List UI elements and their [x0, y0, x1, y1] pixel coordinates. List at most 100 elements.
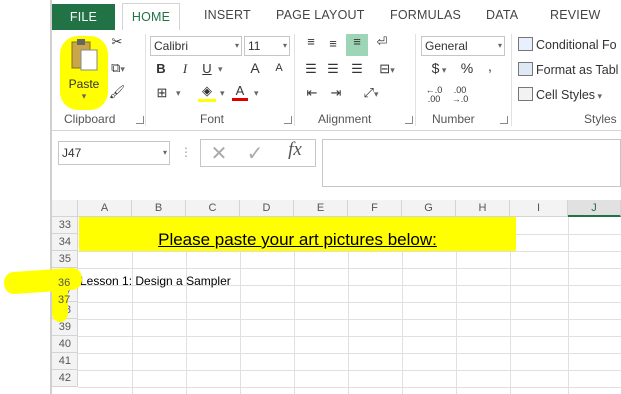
font-size-value: 11 [248, 39, 261, 53]
copy-button[interactable]: ⧉▾ [106, 60, 130, 78]
tab-page-layout[interactable]: PAGE LAYOUT [276, 8, 365, 22]
cell-styles-icon [518, 87, 533, 101]
table-icon [518, 62, 533, 76]
column-header-j[interactable]: J [568, 200, 621, 217]
align-right-icon: ☰ [351, 61, 363, 76]
formula-input[interactable] [322, 139, 621, 187]
font-color-dropdown-icon[interactable]: ▾ [254, 88, 259, 99]
worksheet-grid: A B C D E F G H I J Please paste your ar… [52, 200, 621, 394]
decrease-decimal-button[interactable]: .00 →.0 [450, 86, 470, 104]
copy-icon: ⧉ [111, 60, 121, 75]
increase-decimal-button[interactable]: ←.0.00 [424, 86, 444, 104]
ribbon-tab-bar: FILE HOME INSERT PAGE LAYOUT FORMULAS DA… [52, 0, 621, 31]
underline-dropdown-icon[interactable]: ▾ [218, 64, 223, 75]
align-middle-button[interactable]: ≡ [324, 36, 342, 51]
cell-styles-label: Cell Styles [536, 88, 596, 102]
tab-file[interactable]: FILE [52, 4, 115, 30]
grow-font-button[interactable]: A [248, 60, 262, 76]
borders-button[interactable]: ⊞ [154, 85, 170, 101]
align-top-button[interactable]: ≡ [302, 34, 320, 49]
tab-home[interactable]: HOME [122, 3, 180, 31]
tab-formulas[interactable]: FORMULAS [390, 8, 461, 22]
font-launcher-icon[interactable] [284, 116, 292, 124]
align-left-icon: ☰ [305, 61, 317, 76]
row-header-42[interactable]: 42 [52, 370, 78, 387]
underline-button[interactable]: U [200, 61, 214, 76]
group-label-clipboard: Clipboard [64, 112, 116, 126]
number-format-select[interactable]: General ▾ [421, 36, 505, 56]
fill-dropdown-icon[interactable]: ▾ [220, 88, 225, 99]
font-color-button[interactable]: A [232, 83, 248, 101]
column-header-i[interactable]: I [510, 200, 568, 217]
wrap-text-button[interactable]: ⏎ [372, 34, 392, 50]
align-left-button[interactable]: ☰ [302, 61, 320, 77]
borders-dropdown-icon[interactable]: ▾ [176, 88, 181, 99]
row-header-33[interactable]: 33 [52, 217, 78, 234]
gridline [78, 353, 621, 354]
merge-center-button[interactable]: ⊟▾ [374, 61, 400, 77]
paste-button[interactable]: Paste ▾ [62, 36, 106, 108]
gridline [78, 251, 621, 252]
clipboard-launcher-icon[interactable] [136, 116, 144, 124]
currency-button[interactable]: $ ▾ [426, 60, 452, 76]
orientation-button[interactable]: ⤢▾ [358, 85, 384, 101]
font-family-value: Calibri [154, 39, 189, 53]
insert-function-button[interactable]: fx [282, 139, 308, 161]
name-box[interactable]: J47 ▾ [58, 141, 170, 165]
enter-icon[interactable]: ✓ [244, 141, 266, 166]
comma-button[interactable]: , [484, 58, 496, 74]
heading-cell[interactable]: Please paste your art pictures below: [79, 217, 516, 251]
column-header-e[interactable]: E [294, 200, 348, 217]
italic-button[interactable]: I [178, 61, 192, 77]
column-header-f[interactable]: F [348, 200, 402, 217]
chevron-down-icon: ▾ [282, 41, 287, 50]
tab-review[interactable]: REVIEW [550, 8, 601, 22]
tab-data[interactable]: DATA [486, 8, 518, 22]
separator [415, 34, 416, 126]
number-launcher-icon[interactable] [500, 116, 508, 124]
column-header-b[interactable]: B [132, 200, 186, 217]
select-all-corner[interactable] [52, 200, 78, 217]
column-header-d[interactable]: D [240, 200, 294, 217]
percent-button[interactable]: % [460, 60, 474, 76]
group-label-alignment: Alignment [318, 112, 372, 126]
column-header-g[interactable]: G [402, 200, 456, 217]
cancel-icon[interactable]: ✕ [208, 141, 230, 166]
cell-styles-button[interactable]: Cell Styles ▾ [518, 87, 602, 102]
column-header-c[interactable]: C [186, 200, 240, 217]
column-header-a[interactable]: A [78, 200, 132, 217]
separator [145, 34, 146, 126]
format-as-table-button[interactable]: Format as Tabl [518, 62, 618, 77]
increase-indent-button[interactable]: ⇥ [326, 85, 346, 101]
row-header-34[interactable]: 34 [52, 234, 78, 251]
alignment-launcher-icon[interactable] [405, 116, 413, 124]
lesson-cell[interactable]: Lesson 1: Design a Sampler [80, 274, 231, 288]
merge-icon: ⊟ [379, 61, 391, 76]
gridline [78, 302, 621, 303]
align-middle-icon: ≡ [329, 36, 337, 51]
gridline [78, 319, 621, 320]
format-painter-button[interactable]: 🖌 [108, 84, 126, 102]
shrink-font-button[interactable]: A [272, 62, 286, 74]
font-family-select[interactable]: Calibri ▾ [150, 36, 242, 56]
cut-button[interactable]: ✂ [108, 34, 126, 52]
increase-decimal-icon: ←.0.00 [425, 85, 443, 104]
tab-insert[interactable]: INSERT [204, 8, 251, 22]
column-header-h[interactable]: H [456, 200, 510, 217]
fill-color-button[interactable]: ◈ [198, 83, 216, 102]
align-bottom-button[interactable]: ≡ [346, 34, 368, 56]
chevron-down-icon: ▾ [234, 41, 239, 50]
conditional-formatting-button[interactable]: Conditional Fo [518, 37, 617, 52]
row-header-39[interactable]: 39 [52, 319, 78, 336]
bold-button[interactable]: B [154, 61, 168, 76]
paste-dropdown-icon: ▾ [81, 91, 87, 101]
decrease-indent-button[interactable]: ⇤ [302, 85, 322, 101]
align-center-button[interactable]: ☰ [324, 61, 342, 77]
row-header-40[interactable]: 40 [52, 336, 78, 353]
align-center-icon: ☰ [327, 61, 339, 76]
align-right-button[interactable]: ☰ [348, 61, 366, 77]
row-header-41[interactable]: 41 [52, 353, 78, 370]
font-size-select[interactable]: 11 ▾ [244, 36, 290, 56]
gridline [78, 370, 621, 371]
row-header-35[interactable]: 35 [52, 251, 78, 268]
